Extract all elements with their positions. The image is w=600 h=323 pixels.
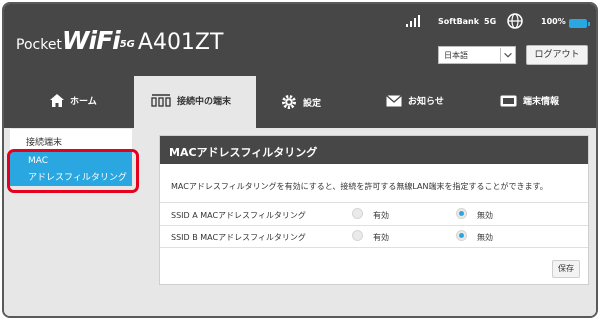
tab-device-info[interactable]: 端末情報	[468, 76, 596, 128]
tab-device-info-label: 端末情報	[523, 97, 560, 107]
description-text: MACアドレスフィルタリングを有効にすると、接続を許可する無線LAN端末を指定す…	[171, 182, 548, 191]
mac-filtering-panel: MACアドレスフィルタリング MACアドレスフィルタリングを有効にすると、接続を…	[159, 135, 589, 285]
ssid-b-disable-label: 無効	[477, 233, 493, 242]
globe-icon	[507, 13, 523, 29]
page-title: MACアドレスフィルタリング	[169, 146, 318, 159]
tab-connected-devices-label: 接続中の端末	[177, 97, 232, 107]
gear-icon	[282, 95, 296, 109]
ssid-a-filter-row: SSID A MACアドレスフィルタリング 有効 無効	[160, 202, 588, 226]
panel-header: MACアドレスフィルタリング	[160, 136, 588, 164]
ssid-b-disable-radio[interactable]	[456, 230, 467, 241]
monitor-icon	[500, 95, 517, 106]
tab-connected-devices[interactable]: 接続中の端末	[134, 76, 256, 128]
tab-notices-label: お知らせ	[408, 97, 444, 107]
chevron-down-icon	[500, 48, 514, 62]
tab-home-label: ホーム	[70, 97, 97, 107]
carrier-name: SoftBank	[438, 17, 480, 26]
brand-5g: 5G	[119, 39, 135, 50]
ssid-a-disable-label: 無効	[477, 211, 493, 220]
ssid-b-filter-label: SSID B MACアドレスフィルタリング	[171, 233, 306, 242]
save-button[interactable]: 保存	[552, 260, 580, 278]
tab-settings-label: 設定	[303, 98, 322, 109]
ssid-b-enable-radio[interactable]	[352, 230, 363, 241]
devices-icon	[151, 94, 171, 107]
tab-settings[interactable]: 設定	[256, 76, 356, 128]
network-type: 5G	[484, 17, 497, 26]
ssid-b-enable-label: 有効	[373, 233, 389, 242]
language-select[interactable]: 日本語	[438, 46, 516, 64]
tab-home[interactable]: ホーム	[4, 76, 134, 128]
ssid-a-disable-radio[interactable]	[456, 208, 467, 219]
battery-percentage: 100%	[541, 17, 566, 26]
brand-logo: PocketWiFi5G A401ZT	[16, 26, 223, 55]
tab-notices[interactable]: お知らせ	[356, 76, 468, 128]
logout-button[interactable]: ログアウト	[526, 45, 588, 65]
home-icon	[50, 94, 64, 107]
brand-model: A401ZT	[137, 30, 224, 55]
highlight-annotation	[7, 149, 139, 193]
signal-strength-icon	[406, 15, 420, 27]
battery-icon	[569, 19, 590, 28]
ssid-a-enable-label: 有効	[373, 211, 389, 220]
brand-wifi: WiFi	[61, 26, 121, 55]
ssid-a-filter-label: SSID A MACアドレスフィルタリング	[171, 211, 306, 220]
language-value: 日本語	[444, 51, 468, 60]
main-nav: ホーム 接続中の端末 設定 お知らせ 端末情報	[4, 76, 596, 128]
brand-pocket: Pocket	[16, 37, 62, 53]
envelope-icon	[386, 94, 402, 106]
ssid-b-filter-row: SSID B MACアドレスフィルタリング 有効 無効	[160, 225, 588, 248]
header: PocketWiFi5G A401ZT SoftBank 5G 100% 日本語 …	[4, 4, 596, 76]
ssid-a-enable-radio[interactable]	[352, 208, 363, 219]
sidebar-item-label: 接続端末	[26, 138, 63, 148]
router-admin-window: PocketWiFi5G A401ZT SoftBank 5G 100% 日本語 …	[2, 2, 598, 318]
